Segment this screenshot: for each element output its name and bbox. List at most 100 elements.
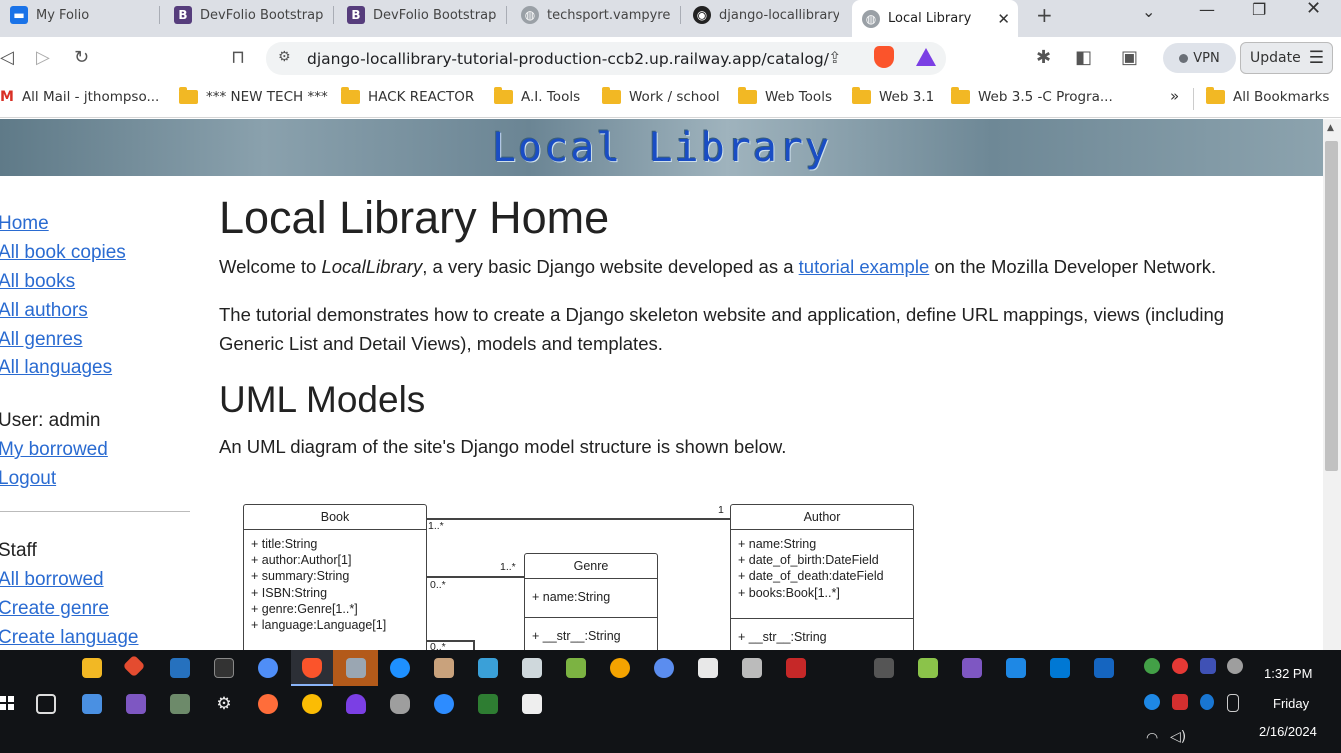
app-icon[interactable] <box>82 694 102 714</box>
app-icon[interactable] <box>522 658 542 678</box>
volume-icon[interactable]: ◁) <box>1170 729 1186 745</box>
app-icon[interactable] <box>874 658 894 678</box>
tab-techsport[interactable]: ◍ techsport.vampyre <box>511 0 681 30</box>
visual-studio-icon[interactable] <box>126 694 146 714</box>
git-icon[interactable] <box>122 654 146 678</box>
brave-shields-icon[interactable] <box>874 46 894 68</box>
app-icon[interactable] <box>170 694 190 714</box>
clock-day[interactable]: Friday <box>1273 696 1309 711</box>
tray-icon[interactable] <box>1172 658 1188 674</box>
usb-icon[interactable] <box>1227 694 1239 712</box>
tab-devfolio-1[interactable]: B DevFolio Bootstrap <box>164 0 334 30</box>
extensions-icon[interactable]: ✱ <box>1036 47 1051 68</box>
maximize-icon[interactable]: ❐ <box>1252 0 1266 19</box>
tray-icon[interactable] <box>1144 658 1160 674</box>
bookmark-ai-tools[interactable]: A.I. Tools <box>494 87 580 105</box>
scroll-up-icon[interactable]: ▲ <box>1327 123 1334 133</box>
powershell-icon[interactable] <box>170 658 190 678</box>
tab-django-locallibrary[interactable]: ◉ django-locallibrary <box>683 0 849 30</box>
clock-time[interactable]: 1:32 PM <box>1264 666 1312 681</box>
forward-icon[interactable]: ▷ <box>36 47 50 68</box>
app-icon[interactable] <box>918 658 938 678</box>
app-icon[interactable] <box>478 658 498 678</box>
wallet-icon[interactable]: ▣ <box>1121 47 1138 68</box>
chrome-icon[interactable] <box>302 694 322 714</box>
app-icon[interactable] <box>346 658 366 678</box>
app-icon[interactable] <box>346 694 366 714</box>
task-view-icon[interactable] <box>36 694 56 714</box>
app-icon[interactable] <box>698 658 718 678</box>
tray-icon[interactable] <box>1227 658 1243 674</box>
sidebar-icon[interactable]: ◧ <box>1075 47 1092 68</box>
bookmark-web-3-1[interactable]: Web 3.1 <box>852 87 934 105</box>
app-icon[interactable] <box>610 658 630 678</box>
bookmark-new-tech[interactable]: *** NEW TECH *** <box>179 87 328 105</box>
vscode-icon[interactable] <box>1050 658 1070 678</box>
app-icon[interactable] <box>1094 658 1114 678</box>
bookmark-icon[interactable]: ⊓ <box>231 47 245 68</box>
sidebar-link-genres[interactable]: All genres <box>0 329 83 351</box>
chromium-icon[interactable] <box>258 658 278 678</box>
reload-icon[interactable]: ↻ <box>74 47 89 68</box>
share-icon[interactable]: ⇪ <box>828 48 841 67</box>
tray-icon[interactable] <box>1172 694 1188 710</box>
chat-icon[interactable] <box>654 658 674 678</box>
sidebar-link-authors[interactable]: All authors <box>0 300 88 322</box>
tray-icon[interactable] <box>1200 658 1216 674</box>
tab-devfolio-2[interactable]: B DevFolio Bootstrap <box>337 0 507 30</box>
database-icon[interactable] <box>390 694 410 714</box>
sidebar-link-my-borrowed[interactable]: My borrowed <box>0 439 108 461</box>
back-icon[interactable]: ◁ <box>0 47 14 68</box>
photos-icon[interactable] <box>522 694 542 714</box>
app-icon[interactable] <box>434 658 454 678</box>
bookmark-web-tools[interactable]: Web Tools <box>738 87 832 105</box>
more-bookmarks-button[interactable]: » <box>1170 87 1179 105</box>
brave-icon[interactable] <box>302 658 322 678</box>
document-icon[interactable] <box>1006 658 1026 678</box>
app-icon[interactable] <box>566 658 586 678</box>
bluetooth-icon[interactable] <box>1200 694 1214 710</box>
sidebar-link-logout[interactable]: Logout <box>0 468 56 490</box>
zoom-icon[interactable] <box>434 694 454 714</box>
bookmark-hack-reactor[interactable]: HACK REACTOR <box>341 87 474 105</box>
page-scrollbar[interactable]: ▲ <box>1323 119 1341 650</box>
settings-icon[interactable]: ⚙ <box>214 694 234 714</box>
sidebar-link-all-borrowed[interactable]: All borrowed <box>0 569 104 591</box>
wifi-icon[interactable]: ◠ <box>1146 730 1158 746</box>
tutorial-example-link[interactable]: tutorial example <box>799 256 930 277</box>
tray-icon[interactable] <box>1144 694 1160 710</box>
safari-icon[interactable] <box>390 658 410 678</box>
postman-icon[interactable] <box>258 694 278 714</box>
tab-my-folio[interactable]: ▬ My Folio <box>0 0 160 30</box>
clock-date[interactable]: 2/16/2024 <box>1259 724 1317 739</box>
sidebar-link-languages[interactable]: All languages <box>0 357 112 379</box>
minimize-icon[interactable]: — <box>1199 0 1215 19</box>
sidebar-link-home[interactable]: Home <box>0 213 49 235</box>
new-tab-button[interactable]: + <box>1036 3 1053 27</box>
sidebar-link-create-genre[interactable]: Create genre <box>0 598 109 620</box>
bookmark-all-mail[interactable]: M All Mail - jthompso... <box>0 89 159 105</box>
windows-start-icon[interactable] <box>0 696 14 710</box>
close-tab-icon[interactable]: ✕ <box>997 10 1010 28</box>
terminal-icon[interactable] <box>214 658 234 678</box>
proton-vpn-icon[interactable] <box>962 658 982 678</box>
bookmark-all-bookmarks[interactable]: All Bookmarks <box>1206 87 1329 105</box>
close-window-icon[interactable]: ✕ <box>1306 0 1321 19</box>
menu-icon[interactable]: ☰ <box>1309 48 1324 68</box>
tab-local-library[interactable]: ◍ Local Library ✕ <box>852 0 1018 37</box>
brave-rewards-icon[interactable] <box>916 48 936 66</box>
terminal-icon[interactable] <box>478 694 498 714</box>
address-bar[interactable]: ⚙ django-locallibrary-tutorial-productio… <box>266 42 946 75</box>
scroll-thumb[interactable] <box>1325 141 1338 471</box>
sidebar-link-books[interactable]: All books <box>0 271 75 293</box>
vpn-button[interactable]: VPN <box>1163 43 1236 73</box>
update-button[interactable]: Update ☰ <box>1240 42 1333 74</box>
tab-search-icon[interactable]: ⌄ <box>1142 2 1155 21</box>
address-url[interactable]: django-locallibrary-tutorial-production-… <box>307 50 829 68</box>
sidebar-link-create-language[interactable]: Create language <box>0 627 139 649</box>
site-info-icon[interactable]: ⚙ <box>278 49 291 65</box>
bookmark-work-school[interactable]: Work / school <box>602 87 720 105</box>
file-explorer-icon[interactable] <box>82 658 102 678</box>
bookmark-web-3-5[interactable]: Web 3.5 -C Progra... <box>951 87 1113 105</box>
sidebar-link-book-copies[interactable]: All book copies <box>0 242 126 264</box>
